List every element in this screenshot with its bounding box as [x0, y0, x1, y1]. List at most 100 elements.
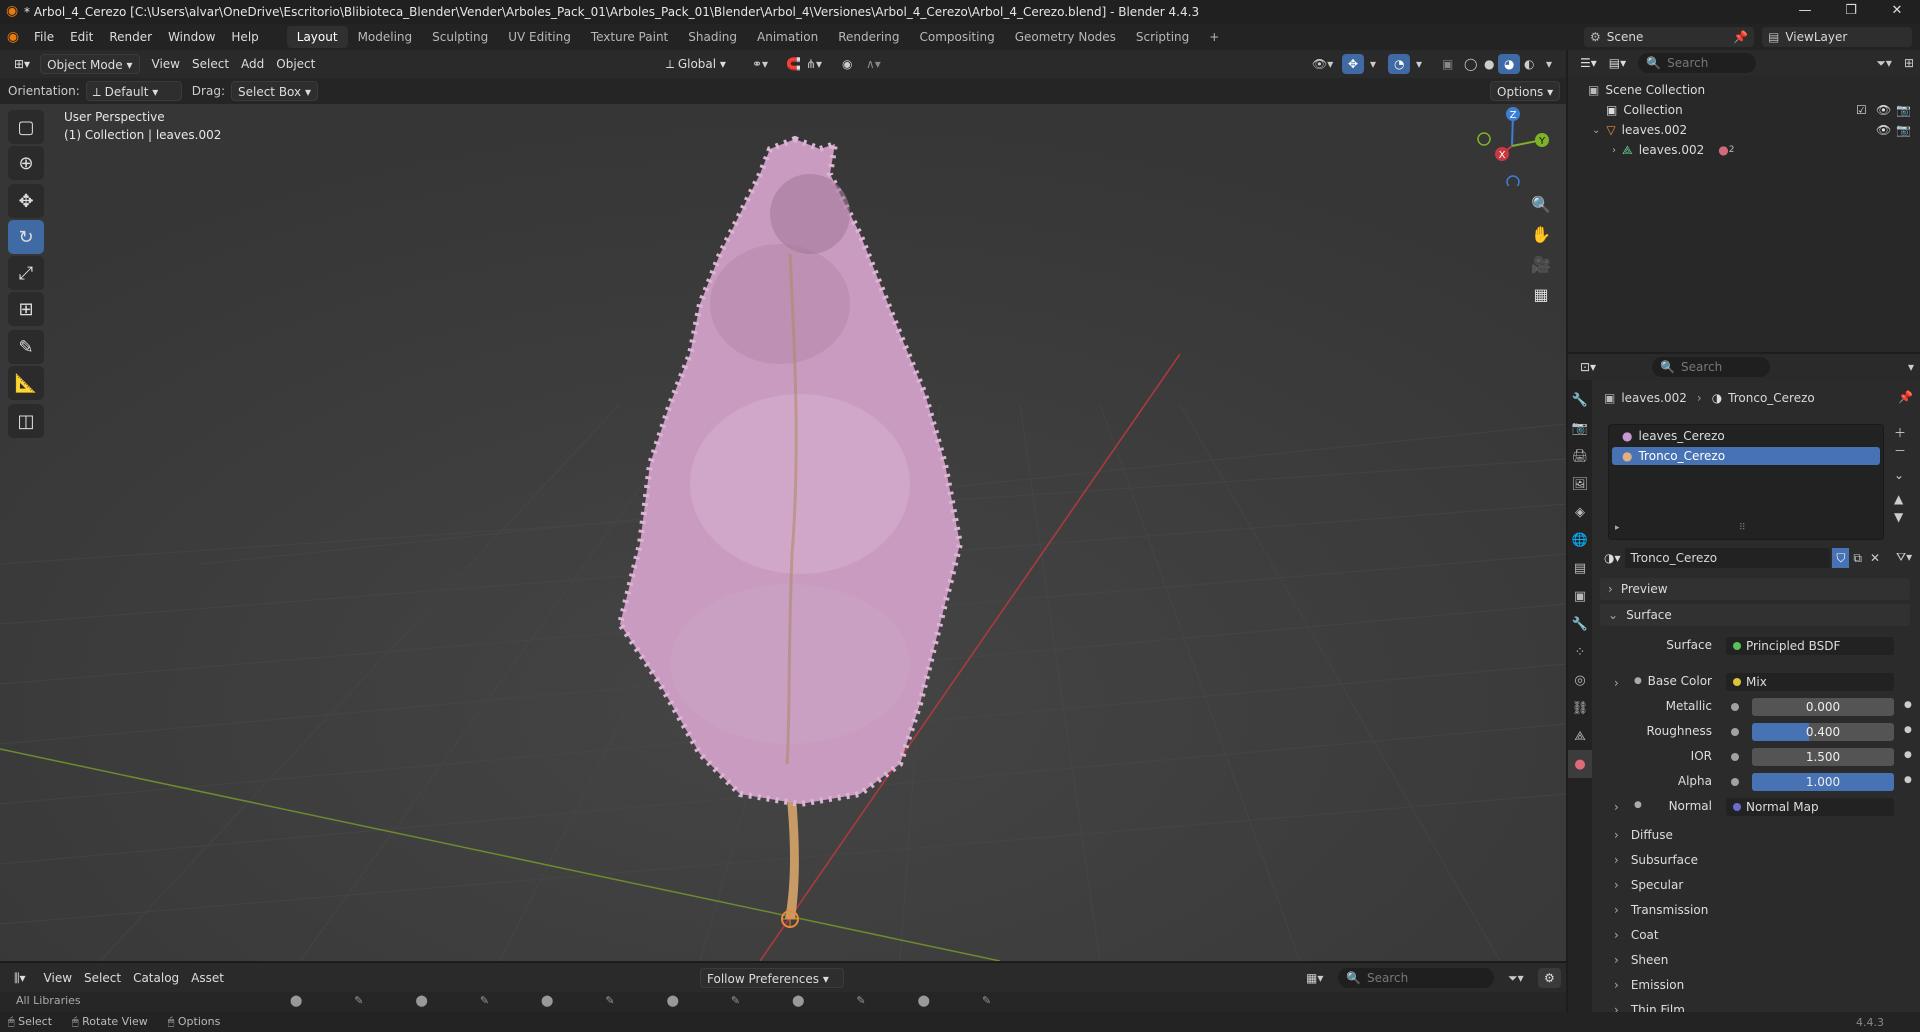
preview-panel-header[interactable]: › Preview	[1600, 578, 1910, 600]
tab-uv-editing[interactable]: UV Editing	[498, 26, 581, 48]
zoom-icon[interactable]: 🔍	[1526, 190, 1556, 218]
ior-keyframe-icon[interactable]: ●	[1904, 750, 1912, 760]
outliner-editor-type-icon[interactable]: ☰▾	[1574, 53, 1603, 73]
asset-search-field[interactable]: 🔍 Search	[1338, 968, 1494, 988]
tab-rendering[interactable]: Rendering	[828, 26, 909, 48]
add-workspace-button[interactable]: +	[1199, 26, 1229, 48]
view-layer-selector[interactable]: ▤ ViewLayer	[1762, 27, 1912, 47]
menu-file[interactable]: File	[26, 24, 62, 50]
minimize-button[interactable]: —	[1782, 0, 1828, 24]
transform-tool[interactable]: ⊞	[8, 292, 44, 326]
metallic-keyframe-icon[interactable]: ●	[1904, 700, 1912, 710]
gizmo-menu-icon[interactable]: ▾	[1364, 54, 1382, 74]
subpanel-subsurface[interactable]: › Subsurface	[1604, 847, 1904, 872]
drag-dropdown[interactable]: Select Box ▾	[230, 81, 318, 101]
close-button[interactable]: ✕	[1874, 0, 1920, 24]
maximize-button[interactable]: ❐	[1828, 0, 1874, 24]
menu-select[interactable]: Select	[186, 54, 235, 74]
blender-menu-icon[interactable]: ◉	[0, 29, 26, 45]
outliner-filter-icon[interactable]: ⏷▾	[1870, 53, 1898, 73]
overlay-toggle-icon[interactable]: ◔	[1388, 54, 1411, 74]
menu-add[interactable]: Add	[235, 54, 270, 74]
filter-icon[interactable]: ⏷▾	[1502, 968, 1530, 988]
asset-thumbnails[interactable]: ⬤✎⬤✎⬤✎⬤✎⬤✎⬤✎	[290, 994, 1043, 1007]
library-label[interactable]: All Libraries	[16, 994, 81, 1007]
properties-search-field[interactable]: 🔍 Search	[1652, 357, 1771, 377]
transform-orientation-dropdown[interactable]: ⟂ Global ▾	[660, 54, 732, 74]
rendered-shading-icon[interactable]: ◐	[1518, 54, 1540, 74]
tab-texture-paint[interactable]: Texture Paint	[581, 26, 678, 48]
tree-item-scene-collection[interactable]: ▣ Scene Collection	[1568, 80, 1920, 100]
surface-panel-header[interactable]: ⌄ Surface	[1600, 604, 1910, 626]
surface-shader-selector[interactable]: Principled BSDF	[1726, 637, 1894, 655]
editor-type-icon[interactable]: ⊞▾	[8, 54, 36, 74]
base-color-input[interactable]: Mix	[1726, 673, 1894, 691]
object-visibility-eye-icon[interactable]: 👁	[1876, 123, 1891, 137]
subpanel-specular[interactable]: › Specular	[1604, 872, 1904, 897]
options-dropdown[interactable]: Options ▾	[1490, 81, 1561, 101]
visibility-icon[interactable]: 👁▾	[1306, 54, 1339, 74]
tab-data-icon[interactable]: ⟁	[1568, 722, 1592, 750]
outliner-search-field[interactable]: 🔍 Search	[1638, 53, 1757, 73]
material-slot-selected[interactable]: ● Tronco_Cerezo	[1612, 447, 1880, 465]
menu-object[interactable]: Object	[270, 54, 321, 74]
expand-list-icon[interactable]: ▸	[1615, 523, 1620, 533]
perspective-grid-icon[interactable]: ▦	[1526, 280, 1556, 308]
subpanel-diffuse[interactable]: › Diffuse	[1604, 822, 1904, 847]
remove-slot-button[interactable]: －	[1894, 442, 1906, 460]
snap-target-icon[interactable]: ⋔▾	[800, 54, 828, 74]
move-slot-down-icon[interactable]: ▼	[1894, 508, 1906, 526]
metallic-slider[interactable]: 0.000	[1752, 698, 1894, 716]
tab-particles-icon[interactable]: ⁘	[1568, 638, 1592, 666]
cursor-tool[interactable]: ⊕	[8, 146, 44, 180]
tab-object-icon[interactable]: ▣	[1568, 582, 1592, 610]
material-name-field[interactable]: Tronco_Cerezo	[1624, 548, 1831, 568]
roughness-slider[interactable]: 0.400	[1752, 723, 1894, 741]
object-render-camera-icon[interactable]: 📷	[1896, 123, 1911, 137]
asset-menu-view[interactable]: View	[38, 968, 78, 988]
tab-scene-icon[interactable]: ◈	[1568, 498, 1592, 526]
asset-menu-asset[interactable]: Asset	[185, 968, 230, 988]
add-slot-button[interactable]: ＋	[1894, 424, 1906, 442]
resize-handle-icon[interactable]: ⠿	[1739, 523, 1746, 533]
subpanel-sheen[interactable]: › Sheen	[1604, 947, 1904, 972]
subpanel-transmission[interactable]: › Transmission	[1604, 897, 1904, 922]
pin-icon[interactable]: 📌	[1733, 30, 1754, 44]
tab-physics-icon[interactable]: ◎	[1568, 666, 1592, 694]
tab-shading[interactable]: Shading	[678, 26, 747, 48]
display-mode-icon[interactable]: ▦▾	[1300, 968, 1329, 988]
browse-material-icon[interactable]: ◑▾	[1604, 551, 1621, 565]
display-mode-icon[interactable]: ▤▾	[1603, 53, 1632, 73]
tab-material-icon[interactable]: ●	[1568, 750, 1592, 778]
new-collection-icon[interactable]: ⊞	[1898, 53, 1920, 73]
gizmo-toggle-icon[interactable]: ✥	[1342, 54, 1365, 74]
tab-modifiers-icon[interactable]: 🔧	[1568, 610, 1592, 638]
material-slot[interactable]: ● leaves_Cerezo	[1612, 427, 1880, 445]
menu-render[interactable]: Render	[101, 24, 160, 50]
collapse-arrow-icon[interactable]: ›	[1612, 145, 1616, 156]
pin-icon[interactable]: 📌	[1898, 390, 1913, 404]
xray-icon[interactable]: ▣	[1436, 54, 1459, 74]
subpanel-thin-film[interactable]: › Thin Film	[1604, 997, 1904, 1013]
node-tree-icon[interactable]: ⛛▾	[1896, 550, 1912, 565]
overlay-menu-icon[interactable]: ▾	[1410, 54, 1428, 74]
pan-hand-icon[interactable]: ✋	[1526, 220, 1556, 248]
roughness-keyframe-icon[interactable]: ●	[1904, 725, 1912, 735]
tab-layout[interactable]: Layout	[286, 26, 348, 48]
scale-tool[interactable]: ⤢	[8, 256, 44, 290]
tree-item-mesh-data[interactable]: › ⟁ leaves.002 ● 2	[1568, 140, 1920, 160]
asset-menu-catalog[interactable]: Catalog	[127, 968, 185, 988]
menu-edit[interactable]: Edit	[62, 24, 101, 50]
menu-window[interactable]: Window	[160, 24, 223, 50]
tab-output-icon[interactable]: 🖨	[1568, 442, 1592, 470]
3d-viewport[interactable]: Z Y X 🔍 ✋ 🎥 ▦	[0, 104, 1566, 961]
proportional-edit-icon[interactable]: ◉	[836, 54, 858, 74]
alpha-slider[interactable]: 1.000	[1752, 773, 1894, 791]
tab-geometry-nodes[interactable]: Geometry Nodes	[1005, 26, 1126, 48]
duplicate-material-icon[interactable]: ⧉	[1849, 551, 1866, 566]
fake-user-icon[interactable]: ⛉	[1832, 548, 1850, 568]
properties-options-icon[interactable]: ▾	[1902, 357, 1920, 377]
slot-specials-icon[interactable]: ⌄	[1894, 466, 1906, 484]
properties-editor-type-icon[interactable]: ⊡▾	[1574, 357, 1602, 377]
render-camera-icon[interactable]: 📷	[1896, 103, 1911, 117]
